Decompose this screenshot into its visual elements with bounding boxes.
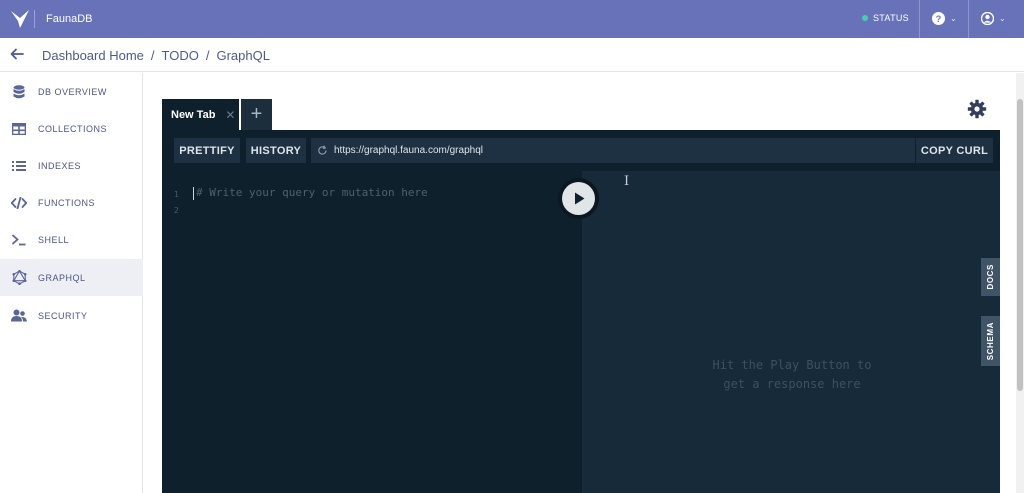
fauna-bird-logo-icon[interactable] bbox=[9, 8, 31, 30]
breadcrumb-bar: Dashboard Home / TODO / GraphQL bbox=[0, 38, 1024, 72]
breadcrumb-separator: / bbox=[150, 48, 155, 63]
sidebar-item-label: SHELL bbox=[38, 234, 70, 245]
status-label: STATUS bbox=[873, 13, 909, 23]
endpoint-url-bar bbox=[311, 138, 915, 163]
breadcrumb: Dashboard Home / TODO / GraphQL bbox=[42, 48, 270, 63]
graphql-icon bbox=[11, 270, 27, 286]
status-link[interactable]: STATUS bbox=[862, 13, 909, 23]
user-circle-icon bbox=[981, 12, 994, 25]
status-dot-icon bbox=[862, 15, 868, 21]
sidebar-item-collections[interactable]: COLLECTIONS bbox=[0, 110, 143, 147]
sidebar-item-label: GRAPHQL bbox=[38, 272, 86, 283]
editor-placeholder: # Write your query or mutation here bbox=[196, 186, 428, 199]
terminal-icon bbox=[11, 232, 27, 248]
breadcrumb-dashboard-home[interactable]: Dashboard Home bbox=[42, 48, 144, 63]
tab-new-tab[interactable]: New Tab ✕ bbox=[162, 99, 239, 130]
add-tab-button[interactable]: + bbox=[241, 99, 272, 130]
sidebar: DB OVERVIEW COLLECTIONS INDEXES FUNCTION… bbox=[0, 73, 143, 493]
copy-curl-button[interactable]: COPY CURL bbox=[916, 138, 993, 163]
users-icon bbox=[11, 308, 27, 324]
sidebar-item-label: FUNCTIONS bbox=[38, 197, 95, 208]
history-button[interactable]: HISTORY bbox=[246, 138, 306, 163]
line-number: 2 bbox=[174, 206, 179, 215]
text-cursor bbox=[193, 186, 194, 200]
endpoint-url-input[interactable] bbox=[334, 145, 894, 156]
sidebar-item-db-overview[interactable]: DB OVERVIEW bbox=[0, 73, 143, 110]
play-icon bbox=[562, 182, 595, 215]
playground-toolbar: PRETTIFY HISTORY COPY CURL bbox=[162, 130, 1000, 171]
docs-side-tab[interactable]: DOCS bbox=[981, 258, 1000, 296]
topbar-divider bbox=[919, 0, 920, 38]
table-icon bbox=[11, 121, 27, 137]
brand-name: FaunaDB bbox=[46, 13, 93, 25]
sidebar-item-label: DB OVERVIEW bbox=[38, 86, 107, 97]
sidebar-item-functions[interactable]: FUNCTIONS bbox=[0, 184, 143, 221]
result-pane: Hit the Play Button to get a response he… bbox=[582, 171, 1000, 493]
execute-query-button[interactable] bbox=[558, 178, 599, 219]
scrollbar-thumb[interactable] bbox=[1017, 99, 1023, 391]
database-icon bbox=[11, 84, 27, 100]
chevron-down-icon: ⌄ bbox=[950, 14, 957, 23]
sidebar-item-shell[interactable]: SHELL bbox=[0, 221, 143, 258]
result-hint-line: get a response here bbox=[723, 377, 861, 391]
mouse-ibeam-cursor-icon: I bbox=[624, 174, 630, 189]
help-circle-icon: ? bbox=[932, 12, 945, 25]
help-menu-button[interactable]: ? ⌄ bbox=[932, 12, 957, 25]
top-navbar: FaunaDB STATUS ? ⌄ ⌄ bbox=[0, 0, 1024, 38]
breadcrumb-graphql[interactable]: GraphQL bbox=[216, 48, 269, 63]
result-hint-line: Hit the Play Button to bbox=[712, 358, 872, 372]
settings-gear-icon[interactable] bbox=[967, 99, 987, 124]
query-editor[interactable]: 1 2 # Write your query or mutation here bbox=[162, 171, 582, 493]
prettify-button[interactable]: PRETTIFY bbox=[174, 138, 240, 163]
back-arrow-icon[interactable] bbox=[10, 47, 24, 66]
svg-text:?: ? bbox=[936, 14, 942, 24]
breadcrumb-todo[interactable]: TODO bbox=[162, 48, 199, 63]
list-icon bbox=[11, 158, 27, 174]
schema-side-tab[interactable]: SCHEMA bbox=[981, 316, 1000, 366]
sidebar-item-label: COLLECTIONS bbox=[38, 123, 108, 134]
line-number: 1 bbox=[174, 190, 179, 199]
sidebar-item-indexes[interactable]: INDEXES bbox=[0, 147, 143, 184]
chevron-down-icon: ⌄ bbox=[999, 14, 1006, 23]
editor-placeholder-line: # Write your query or mutation here bbox=[193, 186, 428, 200]
line-number-gutter: 1 2 bbox=[174, 187, 179, 219]
close-tab-icon[interactable]: ✕ bbox=[225, 108, 235, 122]
code-icon bbox=[11, 195, 27, 211]
sidebar-item-label: SECURITY bbox=[38, 310, 88, 321]
sidebar-item-graphql[interactable]: GRAPHQL bbox=[0, 259, 143, 296]
result-hint: Hit the Play Button to get a response he… bbox=[702, 356, 882, 394]
tab-label: New Tab bbox=[171, 108, 216, 121]
docs-tab-label: DOCS bbox=[986, 264, 995, 290]
breadcrumb-separator: / bbox=[205, 48, 210, 63]
logo-divider bbox=[34, 10, 35, 28]
sidebar-item-label: INDEXES bbox=[38, 160, 82, 171]
reload-icon[interactable] bbox=[317, 145, 328, 156]
topbar-divider bbox=[968, 0, 969, 38]
sidebar-item-security[interactable]: SECURITY bbox=[0, 297, 143, 334]
account-menu-button[interactable]: ⌄ bbox=[981, 12, 1006, 25]
schema-tab-label: SCHEMA bbox=[986, 321, 995, 361]
